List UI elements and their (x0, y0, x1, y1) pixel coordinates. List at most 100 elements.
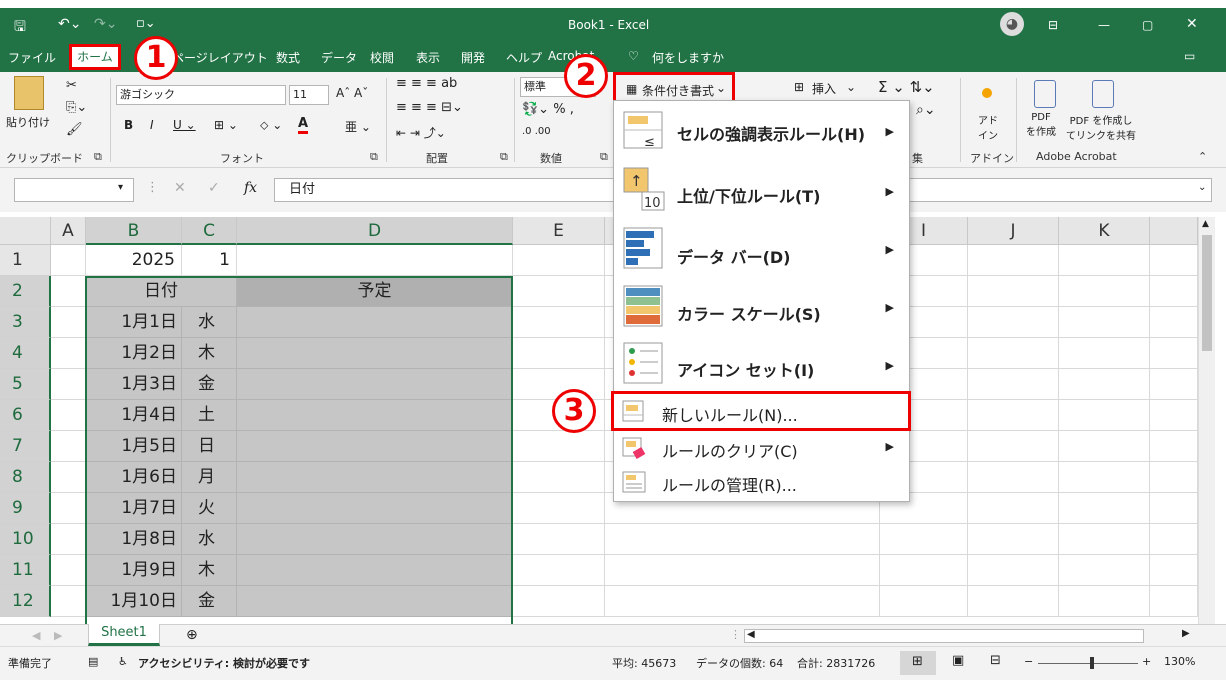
cell-b10[interactable]: 1月8日 (86, 524, 182, 555)
row-header[interactable]: 6 (0, 400, 51, 431)
cell-a2[interactable] (51, 276, 86, 307)
font-name-box[interactable]: 游ゴシック (116, 85, 286, 105)
cell-d8[interactable] (237, 462, 513, 493)
font-launcher-icon[interactable]: ⧉ (370, 150, 378, 164)
horizontal-scrollbar[interactable]: ◀ (744, 629, 1144, 643)
collapse-ribbon-icon[interactable]: ⌃ (1198, 150, 1207, 163)
status-accessibility[interactable]: アクセシビリティ: 検討が必要です (138, 655, 310, 671)
cell-e12[interactable] (513, 586, 605, 617)
cell-b1[interactable]: 2025 (86, 245, 182, 276)
font-size-box[interactable]: 11 (289, 85, 329, 105)
cut-icon[interactable]: ✂ (66, 78, 77, 93)
menu-item-highlight-rules[interactable]: ≤ セルの強調表示ルール(H) ▶ (614, 101, 909, 161)
cell-c8[interactable]: 月 (182, 462, 237, 493)
tab-data[interactable]: データ (321, 49, 357, 66)
column-header-d[interactable]: D (237, 217, 513, 245)
cell-i10[interactable] (880, 524, 968, 555)
menu-item-icon-sets[interactable]: アイコン セット(I) ▶ (614, 335, 909, 391)
cell-b4[interactable]: 1月2日 (86, 338, 182, 369)
cell-a9[interactable] (51, 493, 86, 524)
cell-j5[interactable] (968, 369, 1059, 400)
cell-k1[interactable] (1059, 245, 1150, 276)
cell-e1[interactable] (513, 245, 605, 276)
cell-b6[interactable]: 1月4日 (86, 400, 182, 431)
cell-d7[interactable] (237, 431, 513, 462)
pdf-share-label[interactable]: PDF を作成し てリンクを共有 (1066, 112, 1136, 142)
clipboard-launcher-icon[interactable]: ⧉ (94, 150, 102, 164)
cell-c5[interactable]: 金 (182, 369, 237, 400)
cell-a5[interactable] (51, 369, 86, 400)
accessibility-icon[interactable]: ♿ (118, 655, 128, 668)
cell-e7[interactable] (513, 431, 605, 462)
tab-help[interactable]: ヘルプ (506, 49, 542, 66)
bold-icon[interactable]: B (124, 118, 133, 132)
column-header-a[interactable]: A (51, 217, 86, 245)
cell-a1[interactable] (51, 245, 86, 276)
row-header[interactable]: 12 (0, 586, 51, 617)
cell-b5[interactable]: 1月3日 (86, 369, 182, 400)
find-icon[interactable]: ⌕⌄ (916, 102, 936, 118)
cell-i11[interactable] (880, 555, 968, 586)
indent-icon[interactable]: ⇤ ⇥ ⤴⌄ (396, 124, 446, 141)
name-box[interactable] (14, 178, 134, 202)
cell-k10[interactable] (1059, 524, 1150, 555)
cell-b3[interactable]: 1月1日 (86, 307, 182, 338)
cell-f10[interactable] (605, 524, 880, 555)
menu-item-manage-rules[interactable]: ルールの管理(R)... (614, 465, 909, 501)
column-header-c[interactable]: C (182, 217, 237, 245)
tab-file[interactable]: ファイル (8, 49, 56, 66)
sheet-next-icon[interactable]: ▶ (54, 629, 62, 642)
format-painter-icon[interactable]: 🖌 (66, 122, 83, 137)
cell-c3[interactable]: 水 (182, 307, 237, 338)
cell-l9[interactable] (1150, 493, 1198, 524)
autosum-icon[interactable]: Σ ⌄ ⇅⌄ (878, 78, 935, 96)
cell-d2[interactable]: 予定 (237, 276, 513, 307)
row-header[interactable]: 2 (0, 276, 51, 307)
cell-l7[interactable] (1150, 431, 1198, 462)
zoom-slider-thumb[interactable] (1090, 657, 1094, 669)
new-file-icon[interactable]: ▫⌄ (136, 16, 156, 31)
cell-d4[interactable] (237, 338, 513, 369)
cell-k6[interactable] (1059, 400, 1150, 431)
phonetic-icon[interactable]: 亜 ⌄ (345, 118, 371, 135)
cell-k7[interactable] (1059, 431, 1150, 462)
sheet-splitter-icon[interactable]: ⋮ (730, 628, 741, 641)
cell-c4[interactable]: 木 (182, 338, 237, 369)
row-header[interactable]: 5 (0, 369, 51, 400)
addin-label[interactable]: アド イン (978, 112, 998, 142)
scroll-up-icon[interactable]: ▲ (1202, 219, 1209, 229)
cell-j8[interactable] (968, 462, 1059, 493)
maximize-icon[interactable]: ▢ (1142, 18, 1153, 32)
cell-j10[interactable] (968, 524, 1059, 555)
cell-k9[interactable] (1059, 493, 1150, 524)
sheet-prev-icon[interactable]: ◀ (32, 629, 40, 642)
column-header-k[interactable]: K (1059, 217, 1150, 245)
zoom-level[interactable]: 130% (1164, 655, 1195, 668)
page-break-view-icon[interactable]: ⊟ (990, 653, 1001, 668)
scroll-thumb[interactable] (1202, 235, 1212, 351)
page-layout-view-icon[interactable]: ▣ (952, 653, 964, 668)
pdf-create-label[interactable]: PDF を作成 (1026, 112, 1056, 138)
font-grow-icon[interactable]: Aˆ Aˇ (336, 86, 368, 100)
insert-chevron-icon[interactable]: ⌄ (846, 80, 856, 94)
cell-e9[interactable] (513, 493, 605, 524)
menu-item-new-rule[interactable]: 新しいルール(N)... (611, 391, 911, 431)
row-header[interactable]: 1 (0, 245, 51, 276)
insert-cells-icon[interactable]: ⊞ (794, 80, 804, 94)
menu-item-clear-rules[interactable]: ルールのクリア(C) ▶ (614, 431, 909, 465)
cancel-icon[interactable]: ✕ (174, 180, 186, 196)
ribbon-display-icon[interactable]: ⊟ (1048, 18, 1058, 32)
redo-icon[interactable]: ↷⌄ (94, 16, 117, 32)
border-icon[interactable]: ⊞ ⌄ (214, 118, 238, 132)
cell-j4[interactable] (968, 338, 1059, 369)
cell-b7[interactable]: 1月5日 (86, 431, 182, 462)
menu-item-top-bottom-rules[interactable]: ↑ 10 上位/下位ルール(T) ▶ (614, 161, 909, 219)
cell-b8[interactable]: 1月6日 (86, 462, 182, 493)
cell-l8[interactable] (1150, 462, 1198, 493)
name-box-chevron-icon[interactable]: ▾ (118, 182, 123, 193)
tell-me-search[interactable]: 何をしますか (652, 49, 724, 66)
cell-d10[interactable] (237, 524, 513, 555)
cell-j12[interactable] (968, 586, 1059, 617)
tab-review[interactable]: 校閲 (370, 49, 394, 66)
cell-a7[interactable] (51, 431, 86, 462)
